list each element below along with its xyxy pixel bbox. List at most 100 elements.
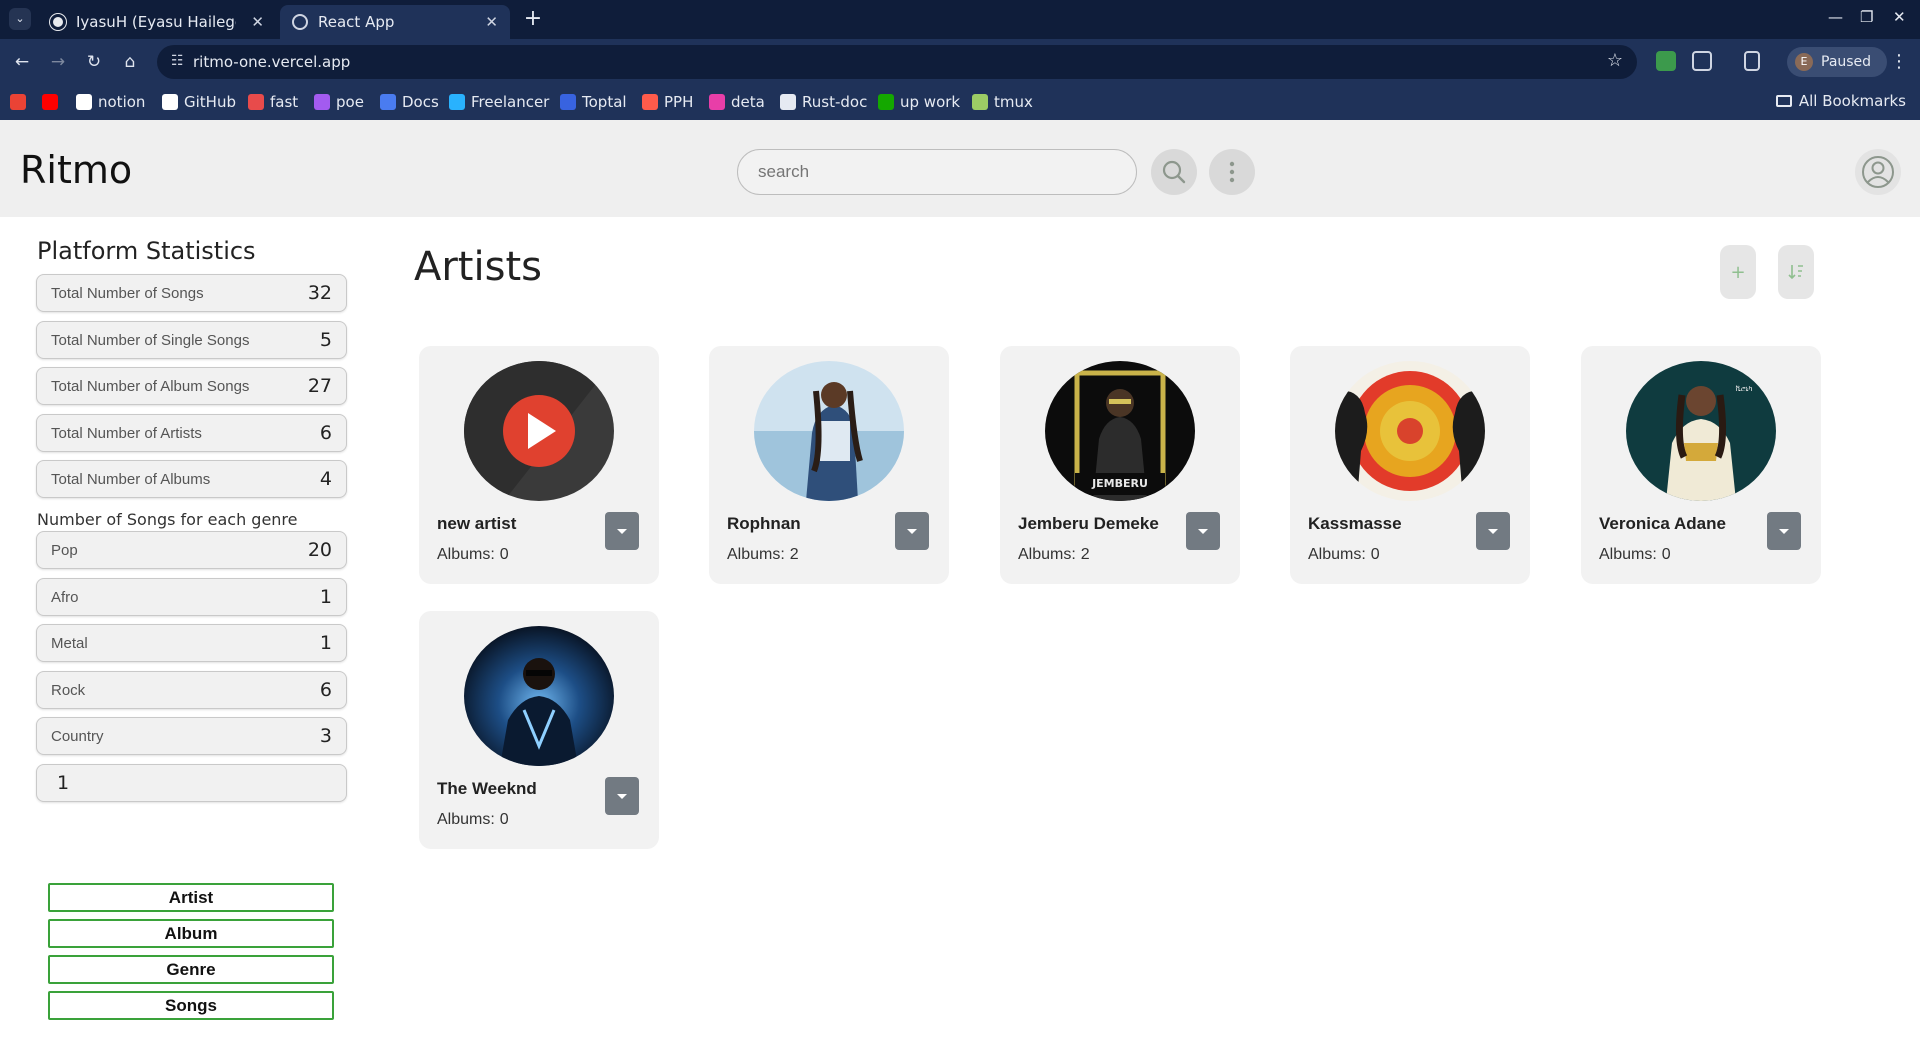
artist-name: Veronica Adane bbox=[1599, 514, 1726, 533]
stat-value: 4 bbox=[319, 468, 332, 491]
user-icon bbox=[1862, 156, 1894, 188]
browser-toolbar: ← → ↻ ⌂ ☷ ritmo-one.vercel.app ☆ E Pause… bbox=[0, 39, 1920, 85]
close-window-icon[interactable]: ✕ bbox=[1893, 8, 1906, 26]
bookmark-poe[interactable]: poe bbox=[314, 92, 364, 112]
albums-count: 2 bbox=[1080, 546, 1090, 563]
forward-icon[interactable]: → bbox=[46, 50, 70, 74]
stat-label: Total Number of Artists bbox=[51, 424, 202, 442]
more-options-button[interactable] bbox=[1209, 149, 1255, 195]
artist-menu-button[interactable] bbox=[605, 512, 639, 550]
artist-card[interactable]: The Weeknd Albums: 0 bbox=[419, 611, 659, 849]
bookmark-github[interactable]: GitHub bbox=[162, 92, 236, 112]
bookmark-notion[interactable]: notion bbox=[76, 92, 145, 112]
nav-artist-button[interactable]: Artist bbox=[48, 883, 334, 912]
bookmark-deta[interactable]: deta bbox=[709, 92, 765, 112]
stat-row: Total Number of Artists 6 bbox=[36, 413, 347, 452]
bookmark-fast[interactable]: fast bbox=[248, 92, 298, 112]
back-icon[interactable]: ← bbox=[10, 50, 34, 74]
artist-menu-button[interactable] bbox=[895, 512, 929, 550]
artist-photo[interactable] bbox=[1335, 361, 1485, 501]
new-tab-button[interactable]: + bbox=[520, 6, 546, 32]
bookmark-pph[interactable]: PPH bbox=[642, 92, 693, 112]
tab-close-icon[interactable]: ✕ bbox=[251, 13, 264, 31]
artist-name: Kassmasse bbox=[1308, 514, 1402, 533]
minimize-icon[interactable]: — bbox=[1828, 8, 1843, 26]
artist-card[interactable]: new artist Albums: 0 bbox=[419, 346, 659, 584]
genre-stat-value: 6 bbox=[319, 678, 332, 701]
artist-card[interactable]: Rophnan Albums: 2 bbox=[709, 346, 949, 584]
artist-menu-button[interactable] bbox=[1186, 512, 1220, 550]
all-bookmarks-button[interactable]: All Bookmarks bbox=[1775, 92, 1906, 110]
browser-menu-icon[interactable]: ⋮ bbox=[1890, 51, 1908, 72]
albums-label: Albums: bbox=[437, 811, 495, 828]
artist-name: The Weeknd bbox=[437, 779, 537, 798]
genre-stat-row: Country 3 bbox=[36, 717, 347, 756]
extensions-puzzle-icon[interactable] bbox=[1692, 51, 1712, 71]
bookmark-star-icon[interactable]: ☆ bbox=[1607, 50, 1623, 71]
bookmark-upwork[interactable]: up work bbox=[878, 92, 960, 112]
site-info-icon[interactable]: ☷ bbox=[171, 53, 184, 69]
sort-button[interactable] bbox=[1778, 245, 1814, 299]
nav-genre-button[interactable]: Genre bbox=[48, 955, 334, 984]
profile-button[interactable]: E Paused bbox=[1787, 47, 1887, 77]
stat-row: Total Number of Albums 4 bbox=[36, 460, 347, 499]
bookmark-label: Docs bbox=[402, 93, 439, 111]
artist-card[interactable]: Kassmasse Albums: 0 bbox=[1290, 346, 1530, 584]
genre-stat-row: Rock 6 bbox=[36, 670, 347, 709]
artist-card[interactable]: ቬሮኒካ Veronica Adane Albums: 0 bbox=[1581, 346, 1821, 584]
albums-label: Albums: bbox=[1599, 546, 1657, 563]
bookmark-gmail[interactable] bbox=[10, 92, 32, 112]
stat-row: Total Number of Album Songs 27 bbox=[36, 367, 347, 406]
stat-label: Total Number of Albums bbox=[51, 471, 211, 489]
nav-album-button[interactable]: Album bbox=[48, 919, 334, 948]
tmux-icon bbox=[972, 94, 988, 110]
artist-menu-button[interactable] bbox=[1476, 512, 1510, 550]
bookmark-rust[interactable]: Rust-doc bbox=[780, 92, 867, 112]
artist-photo[interactable]: ቬሮኒካ bbox=[1626, 361, 1776, 501]
poe-icon bbox=[314, 94, 330, 110]
app-logo[interactable]: Ritmo bbox=[20, 148, 132, 192]
bookmark-label: up work bbox=[900, 93, 961, 111]
home-icon[interactable]: ⌂ bbox=[118, 50, 142, 74]
browser-tab-github[interactable]: IyasuH (Eyasu Hailegebr ✕ bbox=[38, 5, 276, 39]
genre-stat-value: 20 bbox=[307, 539, 332, 561]
tab-search-icon[interactable]: ⌄ bbox=[9, 8, 31, 30]
gmail-icon bbox=[10, 94, 26, 110]
address-bar[interactable]: ☷ ritmo-one.vercel.app ☆ bbox=[157, 45, 1637, 79]
tab-close-icon[interactable]: ✕ bbox=[485, 13, 498, 31]
artist-photo[interactable] bbox=[464, 361, 614, 501]
user-account-button[interactable] bbox=[1855, 149, 1901, 195]
dropdown-caret-icon bbox=[1779, 528, 1789, 534]
nav-songs-button[interactable]: Songs bbox=[48, 991, 334, 1020]
artist-card[interactable]: JEMBERU Jemberu Demeke Albums: 2 bbox=[1000, 346, 1240, 584]
bookmark-docs[interactable]: Docs bbox=[380, 92, 439, 112]
bookmark-toptal[interactable]: Toptal bbox=[560, 92, 627, 112]
search-button[interactable] bbox=[1151, 149, 1197, 195]
bookmark-youtube[interactable] bbox=[42, 92, 64, 112]
artist-menu-button[interactable] bbox=[605, 777, 639, 815]
artist-photo[interactable] bbox=[464, 626, 614, 766]
bookmark-tmux[interactable]: tmux bbox=[972, 92, 1033, 112]
albums-label: Albums: bbox=[1018, 546, 1076, 563]
reload-icon[interactable]: ↻ bbox=[82, 50, 106, 74]
artist-photo[interactable]: JEMBERU bbox=[1045, 361, 1195, 501]
artist-menu-button[interactable] bbox=[1767, 512, 1801, 550]
add-artist-button[interactable]: + bbox=[1720, 245, 1756, 299]
albums-count: 0 bbox=[499, 546, 509, 563]
artist-photo[interactable] bbox=[754, 361, 904, 501]
stat-row: Total Number of Songs 32 bbox=[36, 274, 347, 312]
bookmark-freelancer[interactable]: Freelancer bbox=[449, 92, 549, 112]
artist-albums: Albums: 2 bbox=[1018, 546, 1090, 564]
freelancer-icon bbox=[449, 94, 465, 110]
maximize-icon[interactable]: ❐ bbox=[1860, 8, 1873, 26]
extension-icon[interactable] bbox=[1656, 51, 1676, 71]
search-input[interactable] bbox=[737, 149, 1137, 195]
side-panel-icon[interactable] bbox=[1744, 51, 1760, 71]
stat-value: 5 bbox=[319, 328, 332, 351]
browser-tab-react-app[interactable]: React App ✕ bbox=[280, 5, 510, 39]
all-bookmarks-label: All Bookmarks bbox=[1798, 92, 1906, 110]
albums-count: 0 bbox=[1661, 546, 1671, 563]
genre-stat-row: Pop 20 bbox=[36, 531, 347, 569]
genre-heading: Number of Songs for each genre bbox=[37, 510, 298, 529]
stat-value: 6 bbox=[319, 421, 332, 444]
